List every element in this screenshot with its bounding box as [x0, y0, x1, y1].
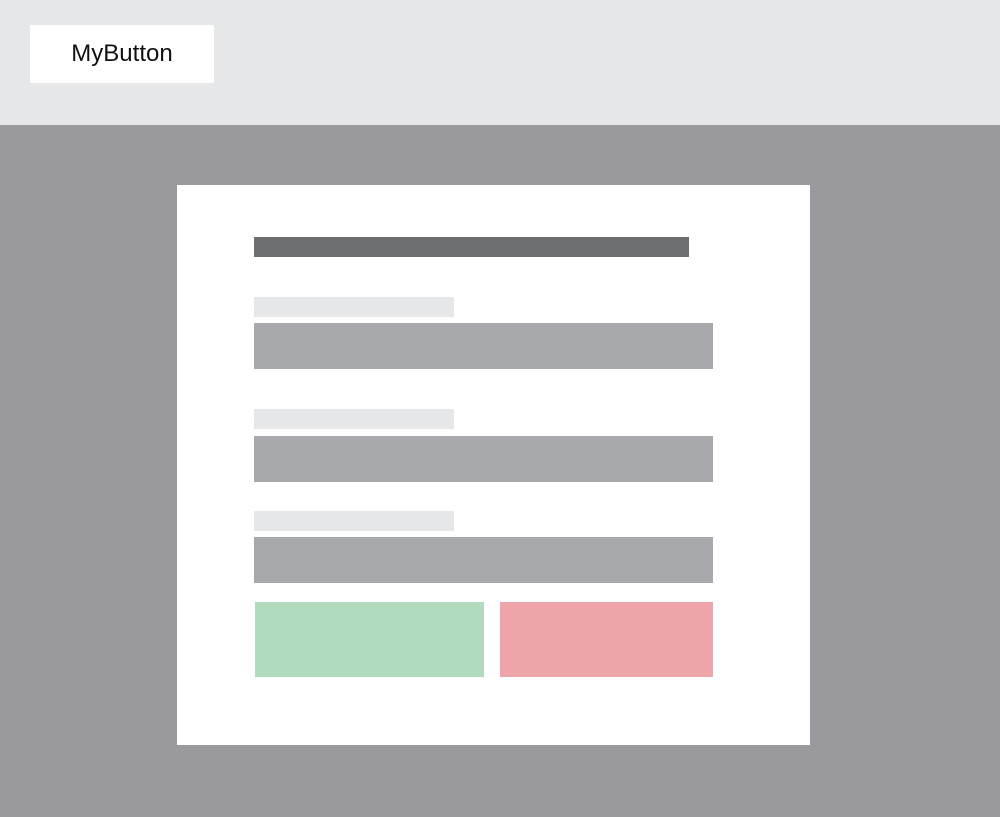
form-dialog — [177, 185, 810, 745]
dialog-title-placeholder — [254, 237, 689, 257]
field-label-placeholder-2 — [254, 409, 454, 429]
field-label-placeholder-3 — [254, 511, 454, 531]
app-window: MyButton — [0, 0, 1000, 817]
text-input-2[interactable] — [254, 436, 713, 482]
my-button[interactable]: MyButton — [30, 25, 214, 83]
confirm-button[interactable] — [255, 602, 484, 677]
cancel-button[interactable] — [500, 602, 713, 677]
field-label-placeholder-1 — [254, 297, 454, 317]
text-input-3[interactable] — [254, 537, 713, 583]
text-input-1[interactable] — [254, 323, 713, 369]
top-toolbar: MyButton — [0, 0, 1000, 125]
